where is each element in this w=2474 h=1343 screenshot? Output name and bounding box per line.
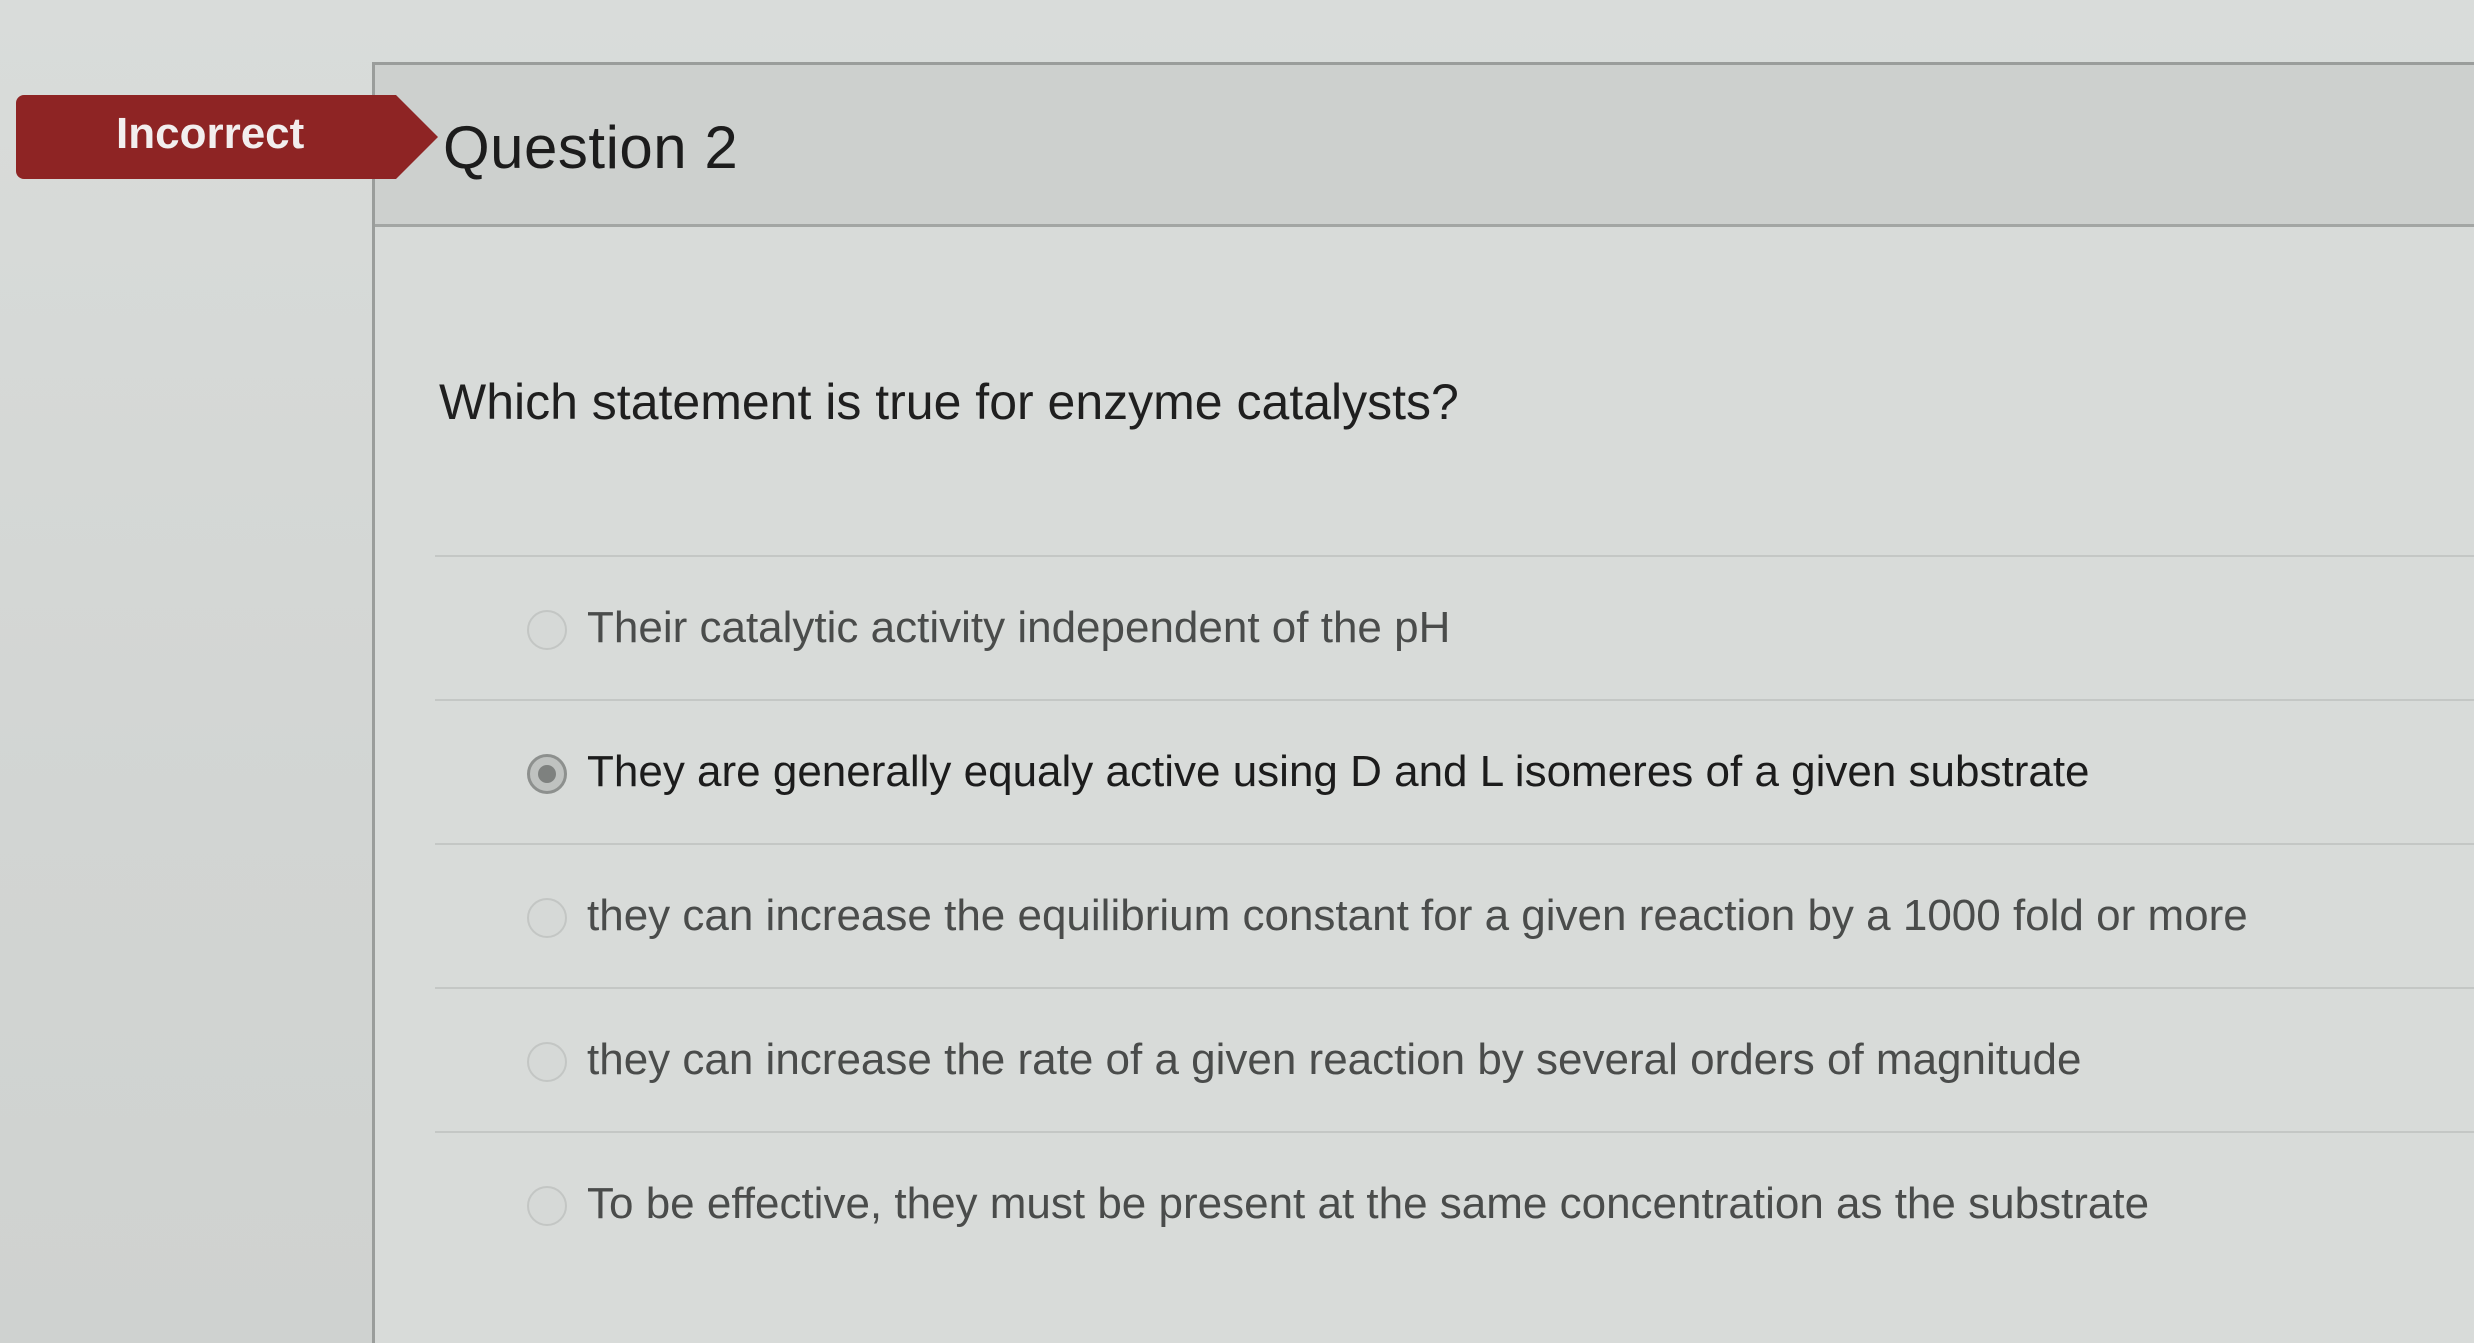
answer-option[interactable]: They are generally equaly active using D…	[435, 699, 2474, 843]
status-label: Incorrect	[116, 109, 305, 158]
question-title: Question 2	[443, 114, 739, 181]
question-header: Question 2	[375, 65, 2474, 227]
radio-button[interactable]	[527, 610, 567, 650]
status-flag-incorrect: Incorrect	[16, 95, 438, 179]
answer-option-label: they can increase the rate of a given re…	[587, 1035, 2082, 1084]
radio-button[interactable]	[527, 1186, 567, 1226]
question-text: Which statement is true for enzyme catal…	[439, 374, 1459, 430]
answer-option[interactable]: Their catalytic activity independent of …	[435, 555, 2474, 699]
radio-button[interactable]	[527, 898, 567, 938]
radio-button[interactable]	[527, 1042, 567, 1082]
question-card: Question 2 Which statement is true for e…	[372, 62, 2474, 1343]
quiz-page: Question 2 Which statement is true for e…	[0, 0, 2474, 1343]
answer-options: Their catalytic activity independent of …	[435, 555, 2474, 1275]
answer-option-label: To be effective, they must be present at…	[587, 1179, 2150, 1228]
answer-option[interactable]: they can increase the rate of a given re…	[435, 987, 2474, 1131]
answer-option-label: They are generally equaly active using D…	[587, 747, 2090, 796]
answer-option[interactable]: they can increase the equilibrium consta…	[435, 843, 2474, 987]
answer-option-label: they can increase the equilibrium consta…	[587, 891, 2248, 940]
radio-button-selected[interactable]	[527, 754, 567, 794]
answer-option-label: Their catalytic activity independent of …	[587, 603, 1451, 652]
answer-option[interactable]: To be effective, they must be present at…	[435, 1131, 2474, 1275]
